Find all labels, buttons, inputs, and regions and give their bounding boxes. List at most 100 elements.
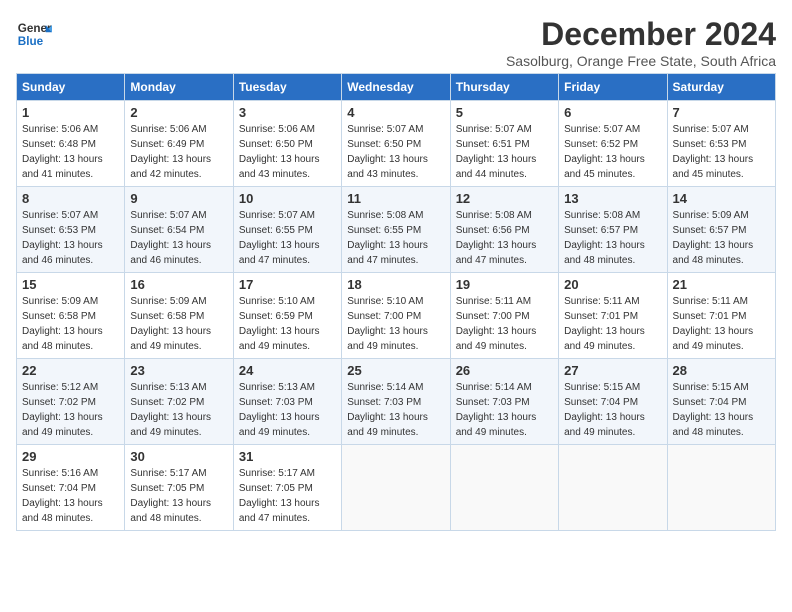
day-info: Sunrise: 5:09 AM Sunset: 6:58 PM Dayligh…: [130, 294, 227, 354]
day-info: Sunrise: 5:13 AM Sunset: 7:02 PM Dayligh…: [130, 380, 227, 440]
sunset-text: Sunset: 6:52 PM: [564, 139, 638, 150]
daylight-text: Daylight: 13 hours and 49 minutes.: [130, 412, 211, 438]
day-number: 20: [564, 277, 661, 292]
table-row: 21 Sunrise: 5:11 AM Sunset: 7:01 PM Dayl…: [667, 273, 775, 359]
day-info: Sunrise: 5:07 AM Sunset: 6:50 PM Dayligh…: [347, 122, 444, 182]
sunrise-text: Sunrise: 5:14 AM: [347, 382, 423, 393]
daylight-text: Daylight: 13 hours and 42 minutes.: [130, 154, 211, 180]
sunrise-text: Sunrise: 5:16 AM: [22, 468, 98, 479]
daylight-text: Daylight: 13 hours and 49 minutes.: [22, 412, 103, 438]
table-row: 4 Sunrise: 5:07 AM Sunset: 6:50 PM Dayli…: [342, 101, 450, 187]
sunset-text: Sunset: 7:03 PM: [347, 397, 421, 408]
day-number: 17: [239, 277, 336, 292]
sunset-text: Sunset: 6:57 PM: [673, 225, 747, 236]
sunset-text: Sunset: 6:55 PM: [239, 225, 313, 236]
sunset-text: Sunset: 6:58 PM: [130, 311, 204, 322]
daylight-text: Daylight: 13 hours and 43 minutes.: [239, 154, 320, 180]
daylight-text: Daylight: 13 hours and 49 minutes.: [239, 326, 320, 352]
sunrise-text: Sunrise: 5:10 AM: [239, 296, 315, 307]
table-row: 9 Sunrise: 5:07 AM Sunset: 6:54 PM Dayli…: [125, 187, 233, 273]
day-info: Sunrise: 5:17 AM Sunset: 7:05 PM Dayligh…: [239, 466, 336, 526]
calendar-week-row: 1 Sunrise: 5:06 AM Sunset: 6:48 PM Dayli…: [17, 101, 776, 187]
sunset-text: Sunset: 6:53 PM: [22, 225, 96, 236]
daylight-text: Daylight: 13 hours and 49 minutes.: [347, 326, 428, 352]
day-info: Sunrise: 5:08 AM Sunset: 6:56 PM Dayligh…: [456, 208, 553, 268]
table-row: 26 Sunrise: 5:14 AM Sunset: 7:03 PM Dayl…: [450, 359, 558, 445]
sunrise-text: Sunrise: 5:07 AM: [239, 210, 315, 221]
table-row: 11 Sunrise: 5:08 AM Sunset: 6:55 PM Dayl…: [342, 187, 450, 273]
daylight-text: Daylight: 13 hours and 46 minutes.: [22, 240, 103, 266]
sunset-text: Sunset: 7:03 PM: [456, 397, 530, 408]
day-info: Sunrise: 5:07 AM Sunset: 6:52 PM Dayligh…: [564, 122, 661, 182]
sunrise-text: Sunrise: 5:13 AM: [130, 382, 206, 393]
col-sunday: Sunday: [17, 74, 125, 101]
calendar-week-row: 8 Sunrise: 5:07 AM Sunset: 6:53 PM Dayli…: [17, 187, 776, 273]
table-row: 23 Sunrise: 5:13 AM Sunset: 7:02 PM Dayl…: [125, 359, 233, 445]
daylight-text: Daylight: 13 hours and 47 minutes.: [239, 498, 320, 524]
daylight-text: Daylight: 13 hours and 45 minutes.: [564, 154, 645, 180]
day-info: Sunrise: 5:10 AM Sunset: 6:59 PM Dayligh…: [239, 294, 336, 354]
sunrise-text: Sunrise: 5:09 AM: [130, 296, 206, 307]
table-row: 18 Sunrise: 5:10 AM Sunset: 7:00 PM Dayl…: [342, 273, 450, 359]
daylight-text: Daylight: 13 hours and 49 minutes.: [564, 326, 645, 352]
sunrise-text: Sunrise: 5:06 AM: [239, 124, 315, 135]
day-number: 14: [673, 191, 770, 206]
day-number: 28: [673, 363, 770, 378]
day-number: 22: [22, 363, 119, 378]
day-info: Sunrise: 5:15 AM Sunset: 7:04 PM Dayligh…: [673, 380, 770, 440]
day-number: 4: [347, 105, 444, 120]
sunrise-text: Sunrise: 5:07 AM: [673, 124, 749, 135]
daylight-text: Daylight: 13 hours and 48 minutes.: [130, 498, 211, 524]
table-row: 15 Sunrise: 5:09 AM Sunset: 6:58 PM Dayl…: [17, 273, 125, 359]
day-info: Sunrise: 5:10 AM Sunset: 7:00 PM Dayligh…: [347, 294, 444, 354]
logo-icon: General Blue: [16, 16, 52, 52]
col-tuesday: Tuesday: [233, 74, 341, 101]
sunset-text: Sunset: 7:04 PM: [22, 483, 96, 494]
header-row: Sunday Monday Tuesday Wednesday Thursday…: [17, 74, 776, 101]
day-number: 23: [130, 363, 227, 378]
day-number: 11: [347, 191, 444, 206]
sunset-text: Sunset: 6:56 PM: [456, 225, 530, 236]
sunrise-text: Sunrise: 5:07 AM: [564, 124, 640, 135]
daylight-text: Daylight: 13 hours and 43 minutes.: [347, 154, 428, 180]
calendar-week-row: 29 Sunrise: 5:16 AM Sunset: 7:04 PM Dayl…: [17, 445, 776, 531]
sunset-text: Sunset: 6:50 PM: [347, 139, 421, 150]
table-row: 12 Sunrise: 5:08 AM Sunset: 6:56 PM Dayl…: [450, 187, 558, 273]
day-info: Sunrise: 5:17 AM Sunset: 7:05 PM Dayligh…: [130, 466, 227, 526]
table-row: 16 Sunrise: 5:09 AM Sunset: 6:58 PM Dayl…: [125, 273, 233, 359]
daylight-text: Daylight: 13 hours and 49 minutes.: [130, 326, 211, 352]
day-info: Sunrise: 5:08 AM Sunset: 6:57 PM Dayligh…: [564, 208, 661, 268]
daylight-text: Daylight: 13 hours and 49 minutes.: [347, 412, 428, 438]
daylight-text: Daylight: 13 hours and 44 minutes.: [456, 154, 537, 180]
daylight-text: Daylight: 13 hours and 45 minutes.: [673, 154, 754, 180]
sunset-text: Sunset: 7:02 PM: [22, 397, 96, 408]
sunrise-text: Sunrise: 5:06 AM: [130, 124, 206, 135]
table-row: 22 Sunrise: 5:12 AM Sunset: 7:02 PM Dayl…: [17, 359, 125, 445]
table-row: 1 Sunrise: 5:06 AM Sunset: 6:48 PM Dayli…: [17, 101, 125, 187]
col-saturday: Saturday: [667, 74, 775, 101]
daylight-text: Daylight: 13 hours and 48 minutes.: [22, 498, 103, 524]
sunset-text: Sunset: 7:05 PM: [239, 483, 313, 494]
day-number: 5: [456, 105, 553, 120]
table-row: [450, 445, 558, 531]
daylight-text: Daylight: 13 hours and 46 minutes.: [130, 240, 211, 266]
day-number: 16: [130, 277, 227, 292]
day-number: 8: [22, 191, 119, 206]
day-number: 30: [130, 449, 227, 464]
table-row: 3 Sunrise: 5:06 AM Sunset: 6:50 PM Dayli…: [233, 101, 341, 187]
col-friday: Friday: [559, 74, 667, 101]
sunset-text: Sunset: 7:00 PM: [456, 311, 530, 322]
sunrise-text: Sunrise: 5:15 AM: [564, 382, 640, 393]
table-row: 14 Sunrise: 5:09 AM Sunset: 6:57 PM Dayl…: [667, 187, 775, 273]
sunrise-text: Sunrise: 5:09 AM: [673, 210, 749, 221]
logo: General Blue: [16, 16, 52, 52]
daylight-text: Daylight: 13 hours and 47 minutes.: [347, 240, 428, 266]
day-info: Sunrise: 5:11 AM Sunset: 7:00 PM Dayligh…: [456, 294, 553, 354]
day-info: Sunrise: 5:11 AM Sunset: 7:01 PM Dayligh…: [564, 294, 661, 354]
day-number: 29: [22, 449, 119, 464]
table-row: 10 Sunrise: 5:07 AM Sunset: 6:55 PM Dayl…: [233, 187, 341, 273]
title-block: December 2024 Sasolburg, Orange Free Sta…: [506, 16, 776, 69]
svg-text:Blue: Blue: [18, 35, 44, 48]
table-row: 7 Sunrise: 5:07 AM Sunset: 6:53 PM Dayli…: [667, 101, 775, 187]
day-number: 6: [564, 105, 661, 120]
